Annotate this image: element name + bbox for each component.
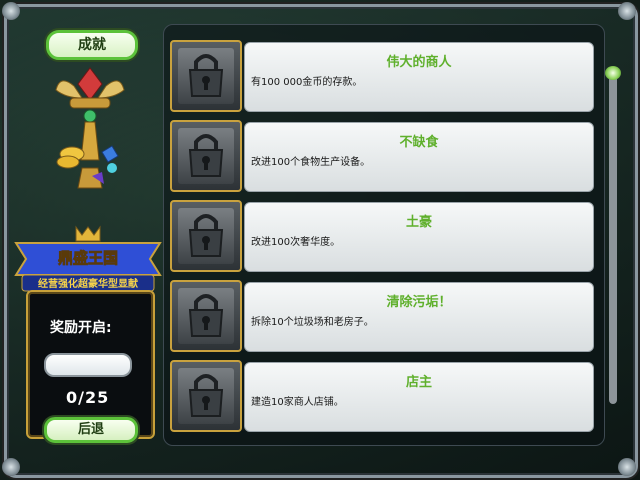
achievement-name: 土豪 [405,215,432,230]
reward-label: 奖励开启: [50,320,112,336]
game-logo-banner: 鼎盛王国 经营强化超豪华型显献 [14,225,162,292]
achievement-icon-frame [170,280,242,352]
achievement-item[interactable]: 不缺食 改进100个食物生产设备。 [170,120,594,192]
trophy-icon [55,67,125,189]
achievement-icon-frame [170,200,242,272]
achievement-icon-frame [170,40,242,112]
achievement-description: 拆除10个垃圾场和老房子。 [251,317,374,328]
achievement-icon-frame [170,120,242,192]
lock-icon [188,54,224,97]
achievement-description: 改进100次奢华度。 [251,237,341,248]
achievement-item[interactable]: 土豪 改进100次奢华度。 [170,200,594,272]
logo-subtitle: 经营强化超豪华型显献 [38,277,138,290]
left-panel: 成就 鼎盛王国 经营强化超豪华型显献 奖励开启: 0/25 后退 [0,0,165,480]
achievement-text-panel: 清除污垢！ 拆除10个垃圾场和老房子。 [244,282,594,352]
achievement-text-panel: 店主 建造10家商人店铺。 [244,362,594,432]
achievement-item[interactable]: 伟大的商人 有100 000金币的存款。 [170,40,594,112]
achievement-name: 清除污垢！ [386,295,452,310]
achievement-description: 建造10家商人店铺。 [251,397,344,408]
corner-rivet-icon [618,458,636,476]
achievement-text-panel: 伟大的商人 有100 000金币的存款。 [244,42,594,112]
scrollbar-thumb[interactable] [605,66,621,80]
achievement-description: 改进100个食物生产设备。 [251,157,371,168]
achievement-name: 店主 [405,375,432,390]
achievement-text-panel: 不缺食 改进100个食物生产设备。 [244,122,594,192]
reward-code-field[interactable] [44,353,132,377]
achievement-progress: 0/25 [66,388,110,407]
achievement-description: 有100 000金币的存款。 [251,77,363,88]
list-scrollbar[interactable] [609,74,617,404]
lock-icon [188,374,224,417]
achievement-text-panel: 土豪 改进100次奢华度。 [244,202,594,272]
lock-icon [188,134,224,177]
logo-title: 鼎盛王国 [58,249,118,267]
back-button[interactable]: 后退 [44,417,138,443]
corner-rivet-icon [618,2,636,20]
achievement-item[interactable]: 清除污垢！ 拆除10个垃圾场和老房子。 [170,280,594,352]
achievement-name: 不缺食 [399,135,439,150]
achievement-item[interactable]: 店主 建造10家商人店铺。 [170,360,594,432]
lock-icon [188,294,224,337]
achievement-icon-frame [170,360,242,432]
achievement-name: 伟大的商人 [386,55,452,70]
achievements-title-tab[interactable]: 成就 [46,30,138,60]
lock-icon [188,214,224,257]
